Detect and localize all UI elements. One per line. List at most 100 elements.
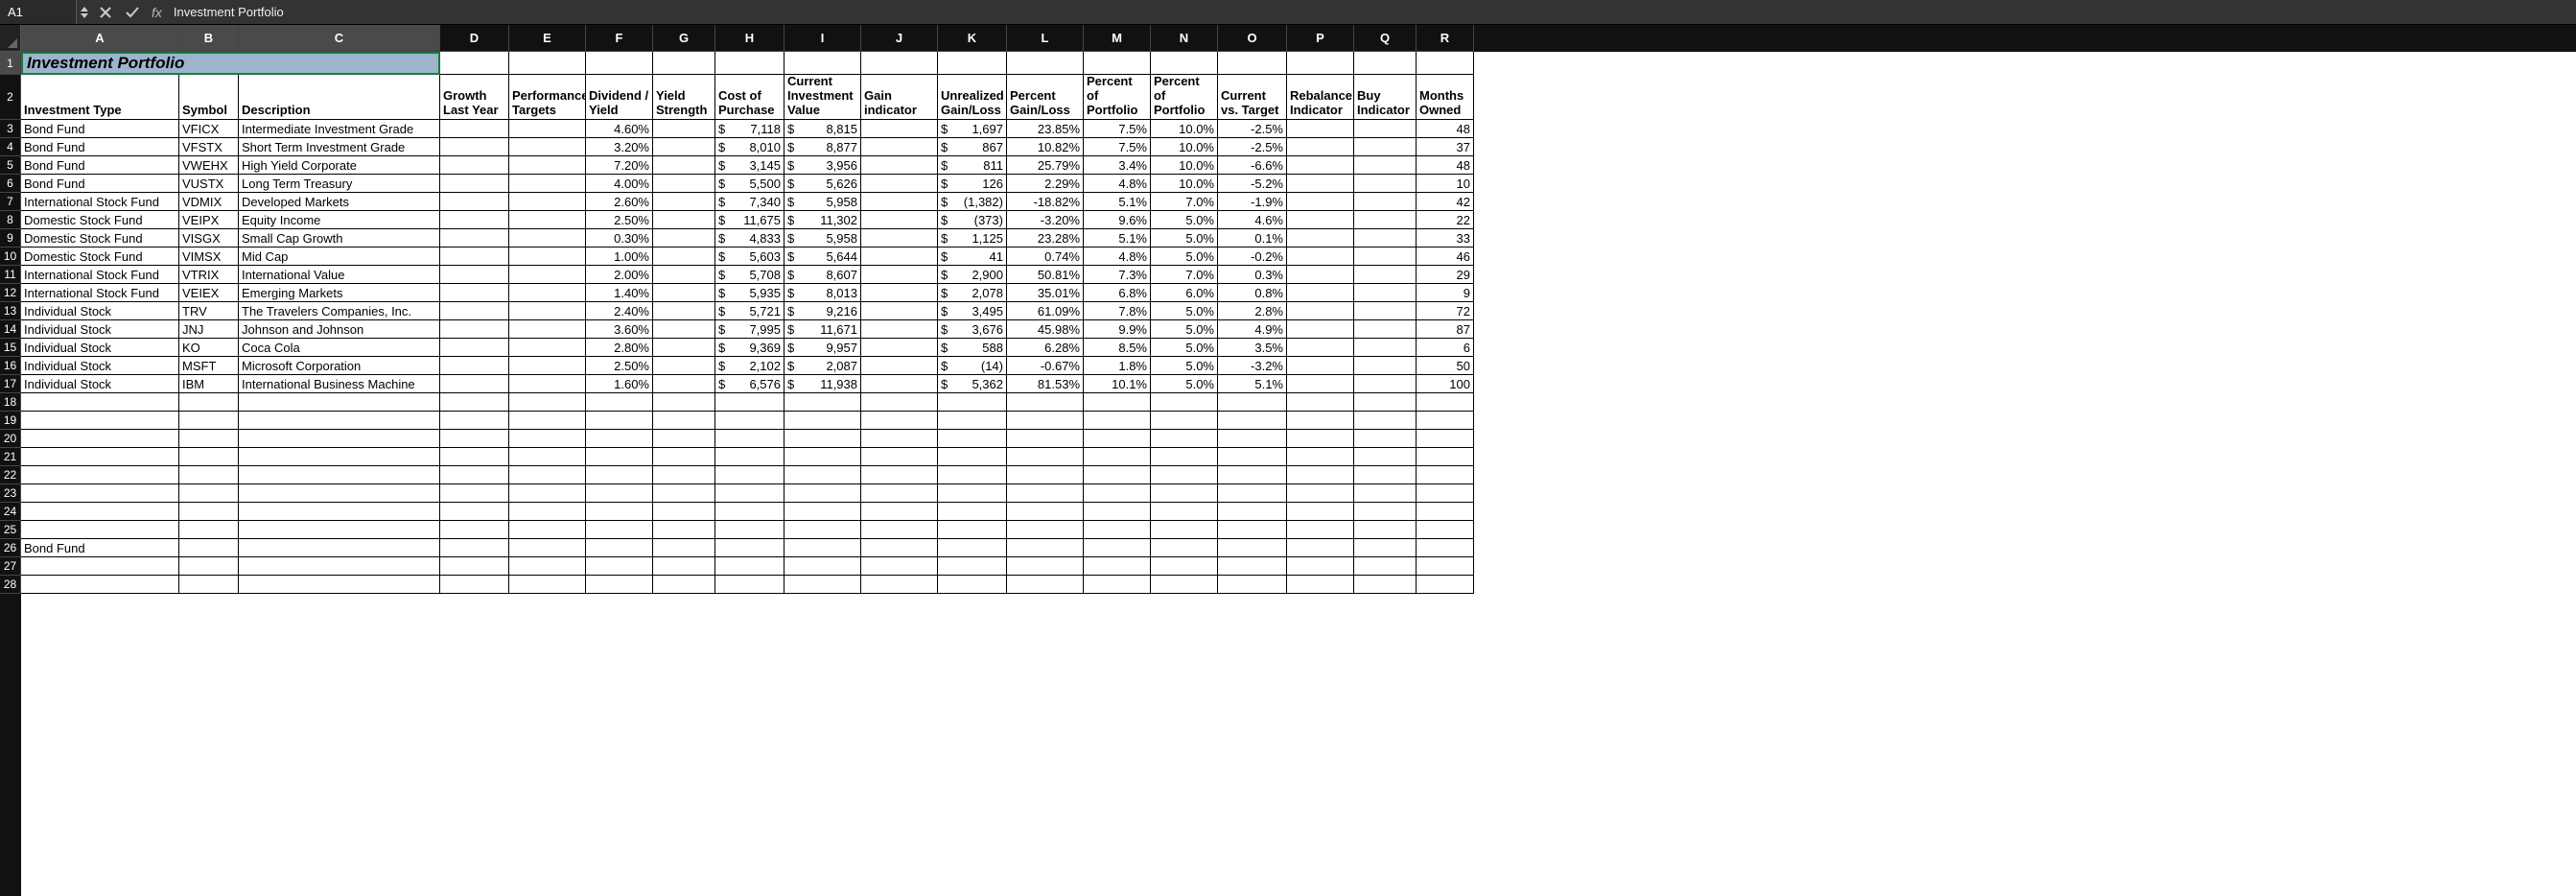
cell[interactable]: 2.50%	[586, 211, 653, 229]
cell[interactable]: Mid Cap	[239, 248, 440, 266]
cell[interactable]	[1287, 557, 1354, 576]
cell[interactable]	[1287, 138, 1354, 156]
cell[interactable]	[1084, 430, 1151, 448]
cell[interactable]: Domestic Stock Fund	[21, 248, 179, 266]
cell-grid[interactable]: Investment PortfolioInvestment TypeSymbo…	[21, 52, 2576, 896]
column-header[interactable]: N	[1151, 25, 1218, 52]
cell[interactable]: 23.85%	[1007, 120, 1084, 138]
cell[interactable]: 7.20%	[586, 156, 653, 175]
cell[interactable]	[440, 375, 509, 393]
cell[interactable]: 5.0%	[1151, 211, 1218, 229]
cell[interactable]: Equity Income	[239, 211, 440, 229]
cell[interactable]: $11,675	[715, 211, 785, 229]
cell[interactable]: $3,495	[938, 302, 1007, 320]
cell[interactable]	[653, 302, 715, 320]
cell[interactable]: 4.8%	[1084, 175, 1151, 193]
cell[interactable]	[785, 484, 861, 503]
cell[interactable]	[1218, 521, 1287, 539]
cell[interactable]: VEIPX	[179, 211, 239, 229]
cell[interactable]	[1218, 412, 1287, 430]
cell[interactable]	[861, 302, 938, 320]
cell[interactable]	[1354, 503, 1417, 521]
cell[interactable]	[509, 393, 586, 412]
column-header[interactable]: O	[1218, 25, 1287, 52]
cell[interactable]	[1287, 52, 1354, 75]
column-header[interactable]: H	[715, 25, 785, 52]
cell[interactable]	[440, 412, 509, 430]
cell[interactable]	[1287, 430, 1354, 448]
cell[interactable]	[653, 175, 715, 193]
column-label[interactable]: Dividend / Yield	[586, 75, 653, 120]
cell[interactable]: 0.3%	[1218, 266, 1287, 284]
cell[interactable]	[1354, 521, 1417, 539]
cell[interactable]: 3.20%	[586, 138, 653, 156]
cell[interactable]: 7.0%	[1151, 266, 1218, 284]
cell[interactable]	[1218, 503, 1287, 521]
cell[interactable]: $5,500	[715, 175, 785, 193]
formula-input[interactable]	[168, 0, 2576, 24]
cell[interactable]: 2.00%	[586, 266, 653, 284]
cell[interactable]	[653, 503, 715, 521]
cell[interactable]: $9,957	[785, 339, 861, 357]
cell[interactable]	[179, 503, 239, 521]
cell[interactable]	[1417, 466, 1474, 484]
cell[interactable]: VIMSX	[179, 248, 239, 266]
cell[interactable]	[1354, 466, 1417, 484]
cell[interactable]: $5,603	[715, 248, 785, 266]
cell[interactable]	[440, 175, 509, 193]
cell[interactable]	[861, 375, 938, 393]
cell[interactable]: -0.2%	[1218, 248, 1287, 266]
cell[interactable]: VISGX	[179, 229, 239, 248]
cell[interactable]	[1084, 503, 1151, 521]
cell[interactable]: $3,145	[715, 156, 785, 175]
cell[interactable]	[239, 576, 440, 594]
cell[interactable]: 10.0%	[1151, 120, 1218, 138]
cell[interactable]	[938, 466, 1007, 484]
cell[interactable]	[179, 393, 239, 412]
cell[interactable]	[785, 539, 861, 557]
cell[interactable]: 48	[1417, 120, 1474, 138]
cell[interactable]	[1007, 448, 1084, 466]
cell[interactable]	[861, 248, 938, 266]
row-header[interactable]: 7	[0, 193, 21, 211]
cell[interactable]: 5.0%	[1151, 375, 1218, 393]
cell[interactable]: $2,087	[785, 357, 861, 375]
cell[interactable]	[179, 466, 239, 484]
cell[interactable]: 10.0%	[1151, 138, 1218, 156]
cell[interactable]	[861, 339, 938, 357]
cell[interactable]	[1287, 266, 1354, 284]
cell[interactable]	[1354, 393, 1417, 412]
cell[interactable]	[1354, 120, 1417, 138]
cell[interactable]	[509, 284, 586, 302]
cell[interactable]	[861, 320, 938, 339]
cell[interactable]	[509, 576, 586, 594]
cell[interactable]	[1218, 484, 1287, 503]
select-all-corner[interactable]	[0, 25, 21, 52]
cell[interactable]: 0.8%	[1218, 284, 1287, 302]
cell[interactable]	[1218, 539, 1287, 557]
cell[interactable]	[861, 521, 938, 539]
cell[interactable]	[440, 138, 509, 156]
column-label[interactable]: Description	[239, 75, 440, 120]
cell[interactable]: Individual Stock	[21, 357, 179, 375]
cell[interactable]: 7.3%	[1084, 266, 1151, 284]
cell[interactable]: $9,216	[785, 302, 861, 320]
cell[interactable]	[1417, 503, 1474, 521]
cell[interactable]	[1007, 557, 1084, 576]
cell[interactable]: 0.1%	[1218, 229, 1287, 248]
cell[interactable]	[861, 412, 938, 430]
cell[interactable]: Johnson and Johnson	[239, 320, 440, 339]
cell[interactable]: 1.8%	[1084, 357, 1151, 375]
cell[interactable]	[179, 521, 239, 539]
cell[interactable]: $588	[938, 339, 1007, 357]
cell[interactable]	[715, 393, 785, 412]
row-header[interactable]: 17	[0, 375, 21, 393]
cell[interactable]	[653, 156, 715, 175]
cell[interactable]	[861, 430, 938, 448]
cell[interactable]: $8,010	[715, 138, 785, 156]
column-header[interactable]: G	[653, 25, 715, 52]
cell[interactable]	[1218, 448, 1287, 466]
cell[interactable]: 45.98%	[1007, 320, 1084, 339]
column-header[interactable]: D	[440, 25, 509, 52]
cell[interactable]: International Value	[239, 266, 440, 284]
